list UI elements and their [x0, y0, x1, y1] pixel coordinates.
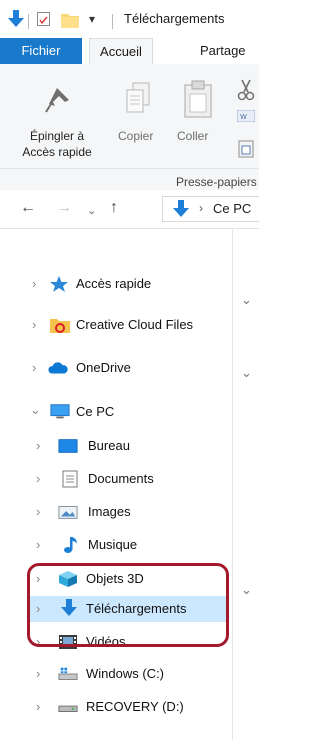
nav-item-drive-d[interactable]: › RECOVERY (D:) — [0, 693, 235, 721]
chevron-right-icon[interactable]: › — [36, 537, 40, 553]
drive-icon — [58, 705, 78, 712]
nav-item-documents[interactable]: › Documents — [0, 465, 235, 493]
separator — [112, 14, 113, 29]
nav-item-label: Musique — [88, 537, 138, 552]
music-icon — [64, 537, 77, 553]
nav-item-label: Creative Cloud Files — [76, 317, 194, 332]
chevron-right-icon[interactable]: › — [36, 699, 40, 715]
recent-locations-icon[interactable]: ⌄ — [87, 203, 96, 219]
chevron-right-icon[interactable]: › — [32, 317, 36, 333]
desktop-icon — [58, 439, 78, 453]
nav-item-label: Ce PC — [76, 404, 115, 419]
tab-share[interactable]: Partage — [185, 38, 259, 64]
nav-item-music[interactable]: › Musique — [0, 531, 235, 559]
chevron-right-icon[interactable]: › — [32, 360, 36, 376]
svg-text:W: W — [240, 113, 247, 121]
folder-icon[interactable] — [61, 12, 79, 28]
nav-item-label: Documents — [88, 471, 154, 486]
nav-item-label: RECOVERY (D:) — [86, 699, 184, 714]
address-bar: ← → ⌄ ↑ › Ce PC — [0, 190, 259, 229]
documents-icon — [62, 470, 78, 488]
chevron-down-icon[interactable]: ⌄ — [241, 292, 252, 308]
highlight-annotation — [27, 563, 229, 647]
chevron-right-icon[interactable]: › — [36, 471, 40, 487]
chevron-right-icon[interactable]: › — [36, 666, 40, 682]
pictures-icon — [58, 506, 78, 519]
chevron-down-icon[interactable]: ⌄ — [241, 365, 252, 381]
nav-item-desktop[interactable]: › Bureau — [0, 432, 235, 460]
computer-icon — [50, 404, 70, 419]
checkbox-icon[interactable] — [37, 12, 50, 26]
chevron-right-icon[interactable]: › — [32, 276, 36, 292]
cut-icon[interactable] — [236, 78, 256, 102]
pin-label-line1: Épingler à — [29, 129, 85, 143]
nav-item-pictures[interactable]: › Images — [0, 498, 235, 526]
forward-arrow-icon[interactable]: → — [56, 200, 72, 216]
copy-icon[interactable] — [125, 82, 151, 116]
chevron-down-icon[interactable]: ⌄ — [241, 582, 252, 598]
paste-icon[interactable] — [183, 80, 213, 118]
nav-item-label: Accès rapide — [76, 276, 152, 291]
paste-button[interactable]: Coller — [177, 128, 208, 144]
paste-shortcut-icon[interactable] — [238, 140, 254, 158]
nav-item-label: Images — [88, 504, 131, 519]
title-bar: ▾ Téléchargements — [0, 0, 259, 38]
nav-item-label: OneDrive — [76, 360, 131, 375]
tab-home[interactable]: Accueil — [89, 38, 153, 65]
window-title: Téléchargements — [124, 11, 225, 26]
drive-icon — [58, 667, 78, 680]
back-arrow-icon[interactable]: ← — [20, 200, 36, 216]
nav-item-drive-c[interactable]: › Windows (C:) — [0, 660, 235, 688]
copy-button[interactable]: Copier — [118, 128, 153, 144]
creative-cloud-icon — [50, 319, 70, 333]
download-icon — [173, 200, 189, 217]
down-arrow-icon[interactable] — [8, 10, 24, 28]
quick-access-menu-icon[interactable]: ▾ — [89, 12, 95, 26]
nav-item-label: Windows (C:) — [86, 666, 165, 681]
path-location[interactable]: Ce PC — [213, 201, 251, 216]
ribbon-tabs: Fichier Accueil Partage — [0, 38, 259, 65]
chevron-right-icon[interactable]: › — [36, 438, 40, 454]
chevron-down-icon[interactable]: ⌄ — [30, 402, 41, 418]
pin-label-line2: Accès rapide — [22, 145, 92, 159]
cloud-icon — [48, 362, 68, 374]
up-arrow-icon[interactable]: ↑ — [110, 200, 118, 216]
chevron-right-icon[interactable]: › — [36, 504, 40, 520]
ribbon: Épingler à Accès rapide Copier Coller W … — [0, 64, 259, 191]
ribbon-divider — [0, 168, 259, 169]
tab-file[interactable]: Fichier — [0, 38, 82, 64]
star-icon — [50, 276, 68, 292]
nav-item-creative-cloud[interactable]: › Creative Cloud Files — [0, 311, 235, 339]
nav-item-label: Bureau — [88, 438, 130, 453]
nav-item-quick-access[interactable]: › Accès rapide — [0, 270, 235, 298]
nav-item-onedrive[interactable]: › OneDrive — [0, 354, 235, 382]
clipboard-group-label: Presse-papiers — [176, 175, 257, 189]
copy-path-icon[interactable]: W — [237, 110, 255, 122]
separator — [28, 14, 29, 29]
pin-icon[interactable] — [45, 86, 71, 114]
path-separator: › — [199, 201, 203, 215]
pin-button[interactable]: Épingler à Accès rapide — [14, 128, 100, 160]
nav-item-this-pc[interactable]: ⌄ Ce PC — [0, 398, 235, 426]
